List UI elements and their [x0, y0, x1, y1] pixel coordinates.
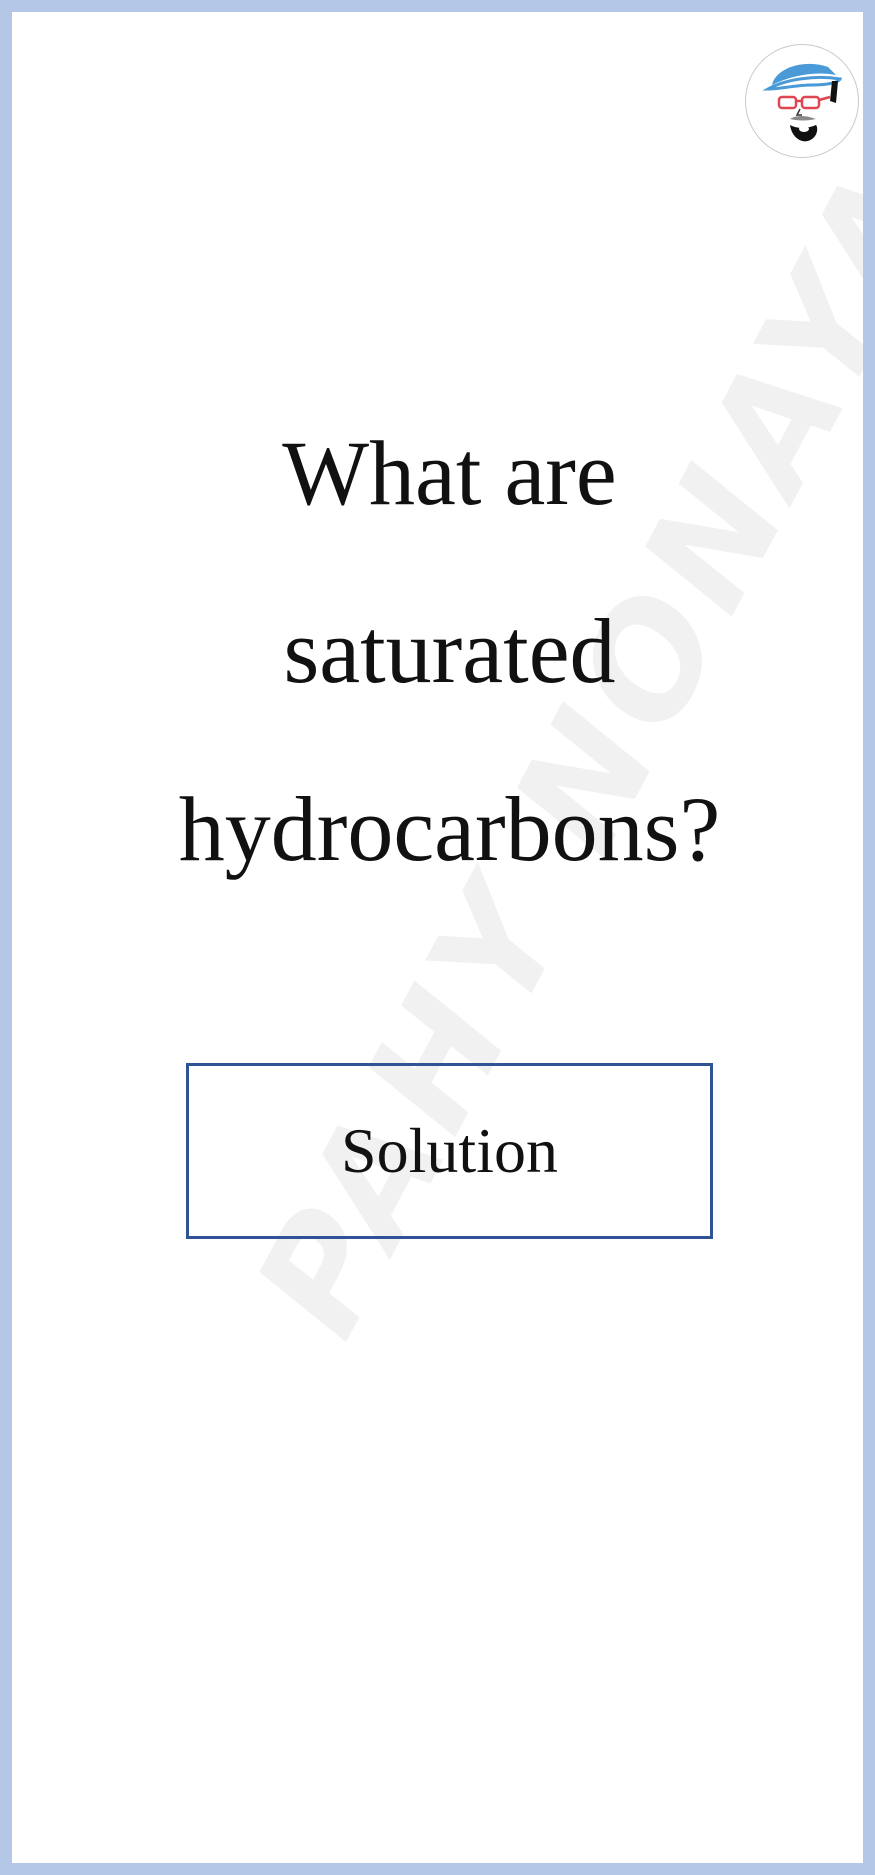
question-line-3: hydrocarbons?: [178, 778, 721, 880]
page-frame: PAHY NONAYA What are saturated hydrocarb…: [0, 0, 875, 1875]
question-text: What are saturated hydrocarbons?: [72, 384, 827, 918]
avatar-icon: [745, 44, 859, 158]
question-line-1: What are: [282, 422, 617, 524]
solution-button[interactable]: Solution: [186, 1063, 713, 1239]
solution-button-label: Solution: [341, 1115, 558, 1186]
question-line-2: saturated: [283, 600, 616, 702]
